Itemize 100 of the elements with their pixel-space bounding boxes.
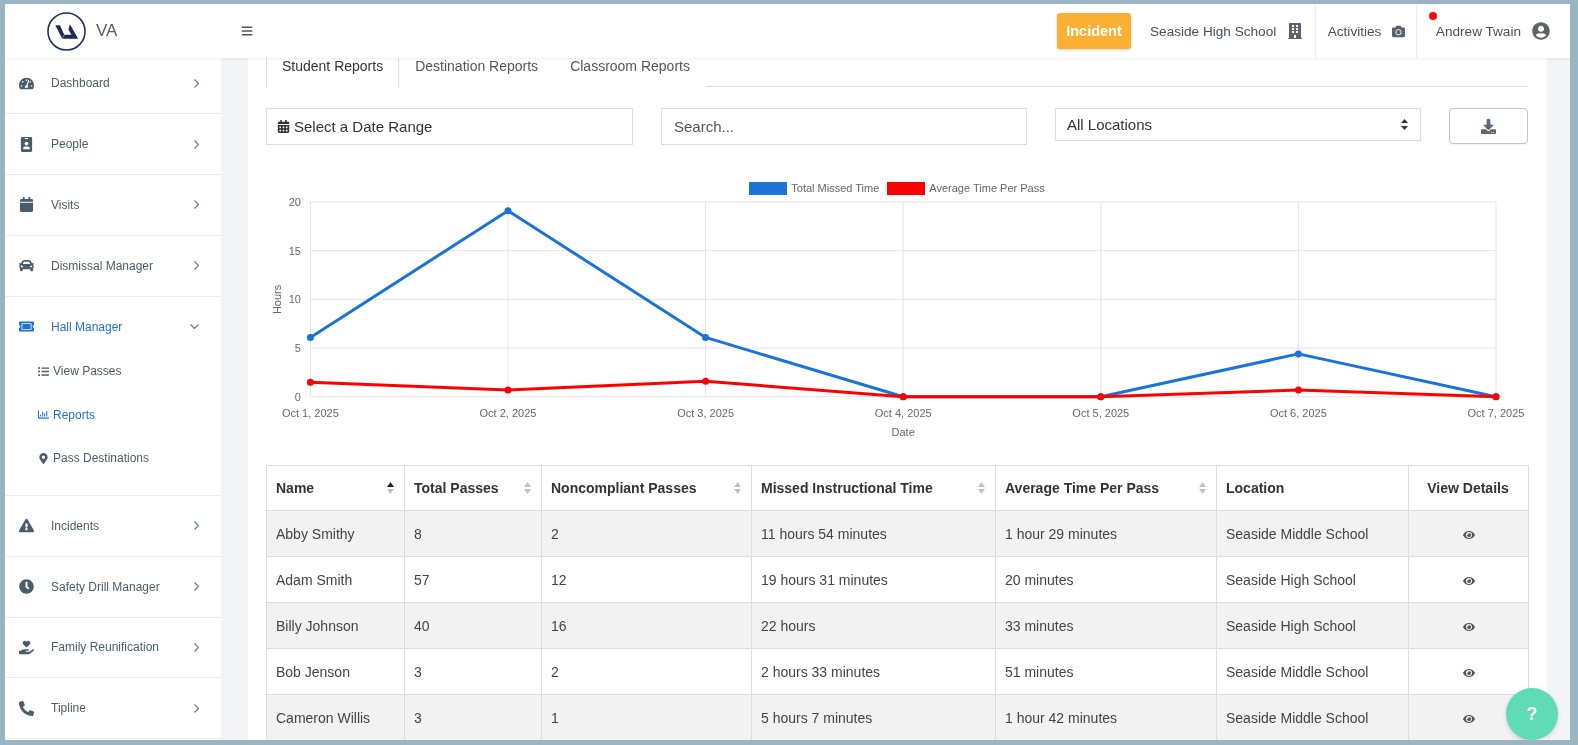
chevron-right-icon — [194, 582, 199, 592]
table-cell: 2 — [541, 648, 752, 695]
axis-tick-label: Oct 1, 2025 — [281, 407, 339, 420]
table-cell: Seaside Middle School — [1216, 510, 1409, 557]
table-cell: 1 — [541, 694, 752, 740]
table-cell: 51 minutes — [995, 648, 1217, 695]
axis-tick-label: 10 — [288, 293, 301, 306]
chevron-right-icon — [194, 139, 199, 149]
table-cell: 57 — [404, 556, 542, 603]
table-cell: 2 — [541, 510, 752, 557]
table-cell: Billy Johnson — [266, 602, 405, 649]
school-menu[interactable]: Seaside High School — [1137, 4, 1315, 58]
brand-name: VA — [96, 21, 118, 41]
axis-tick-label: 5 — [294, 342, 301, 355]
table-cell: Seaside High School — [1216, 556, 1409, 603]
table-cell: 3 — [404, 648, 542, 695]
calendar-icon — [277, 120, 290, 133]
table-cell: Seaside Middle School — [1216, 694, 1409, 740]
sidebar-subitem[interactable]: Pass Destinations — [5, 436, 221, 480]
menu-icon[interactable] — [241, 25, 253, 37]
table-cell: 12 — [541, 556, 752, 603]
id-badge-icon — [18, 136, 34, 152]
data-point — [1294, 350, 1302, 358]
sidebar-item[interactable]: Visits — [5, 175, 221, 235]
sidebar-item[interactable]: Family Reunification — [5, 617, 221, 678]
table-cell: 1 hour 42 minutes — [995, 694, 1217, 740]
sidebar-item[interactable]: Tipline — [5, 678, 221, 739]
column-header[interactable]: Total Passes — [404, 465, 542, 511]
data-point — [306, 378, 314, 386]
sidebar-item[interactable]: People — [5, 114, 221, 175]
sidebar-subitem[interactable]: Reports — [5, 393, 221, 437]
table-cell: 11 hours 54 minutes — [751, 510, 996, 557]
warning-icon — [18, 518, 34, 534]
tab[interactable]: Classroom Reports — [554, 58, 706, 87]
chevron-right-icon — [194, 642, 199, 652]
search-field[interactable]: Search... — [661, 108, 1027, 145]
eye-icon[interactable] — [1462, 528, 1475, 541]
axis-tick-label: Oct 7, 2025 — [1467, 407, 1525, 420]
chevron-right-icon — [194, 261, 199, 271]
location-select[interactable]: All Locations — [1055, 108, 1421, 141]
axis-tick-label: 20 — [288, 196, 301, 208]
table-cell: Abby Smithy — [266, 510, 405, 557]
table-cell: 40 — [404, 602, 542, 649]
table-cell: 20 minutes — [995, 556, 1217, 603]
table-cell: 5 hours 7 minutes — [751, 694, 996, 740]
table-cell: 22 hours — [751, 602, 996, 649]
data-point — [702, 377, 710, 385]
table-cell: Seaside High School — [1216, 602, 1409, 649]
table-cell: 16 — [541, 602, 752, 649]
table-cell: 1 hour 29 minutes — [995, 510, 1217, 557]
bar-chart-icon — [37, 409, 49, 421]
sidebar-item[interactable]: Incidents — [5, 496, 221, 556]
camera-icon — [1392, 24, 1406, 38]
data-point — [504, 386, 512, 394]
phone-icon — [18, 700, 34, 716]
user-avatar-icon — [1532, 22, 1550, 40]
eye-icon[interactable] — [1462, 574, 1475, 587]
building-icon — [1287, 23, 1304, 39]
column-header: View Details — [1408, 465, 1529, 511]
eye-icon[interactable] — [1462, 666, 1475, 679]
data-point — [1294, 386, 1302, 394]
date-range-field[interactable]: Select a Date Range — [266, 108, 633, 145]
sidebar-item[interactable]: Dashboard — [5, 58, 221, 114]
calendar-icon — [18, 197, 34, 213]
clock-icon — [18, 579, 34, 595]
tab[interactable]: Destination Reports — [399, 58, 555, 87]
table-cell: 8 — [404, 510, 542, 557]
column-header[interactable]: Noncompliant Passes — [541, 465, 752, 511]
axis-title: Date — [891, 425, 915, 438]
legend-label: Total Missed Time — [791, 182, 880, 195]
map-pin-icon — [37, 452, 49, 464]
select-arrows-icon — [1401, 119, 1408, 130]
data-point — [702, 333, 710, 341]
axis-tick-label: Oct 3, 2025 — [677, 407, 735, 420]
table-cell: 3 — [404, 694, 542, 740]
column-header[interactable]: Missed Instructional Time — [751, 465, 996, 511]
sidebar-item[interactable]: Dismissal Manager — [5, 235, 221, 296]
list-icon — [37, 365, 49, 377]
table-cell: Cameron Willis — [266, 694, 405, 740]
data-point — [306, 333, 314, 341]
table-cell: Bob Jenson — [266, 648, 405, 695]
column-header[interactable]: Average Time Per Pass — [995, 465, 1217, 511]
axis-tick-label: Oct 4, 2025 — [874, 407, 932, 420]
tab[interactable]: Student Reports — [266, 58, 400, 87]
axis-tick-label: 15 — [288, 244, 301, 257]
column-header[interactable]: Name — [266, 465, 405, 511]
axis-title: Hours — [270, 284, 283, 315]
table-cell: 19 hours 31 minutes — [751, 556, 996, 603]
sidebar-item[interactable]: Safety Drill Manager — [5, 556, 221, 617]
eye-icon[interactable] — [1462, 712, 1475, 725]
eye-icon[interactable] — [1462, 620, 1475, 633]
download-button[interactable] — [1449, 108, 1528, 144]
chevron-down-icon — [190, 324, 199, 330]
table-cell: Seaside Middle School — [1216, 648, 1409, 695]
column-header: Location — [1216, 465, 1409, 511]
download-icon — [1481, 118, 1496, 134]
axis-tick-label: Oct 6, 2025 — [1269, 407, 1327, 420]
chevron-right-icon — [194, 78, 199, 88]
chevron-right-icon — [194, 521, 199, 531]
table-cell: Adam Smith — [266, 556, 405, 603]
